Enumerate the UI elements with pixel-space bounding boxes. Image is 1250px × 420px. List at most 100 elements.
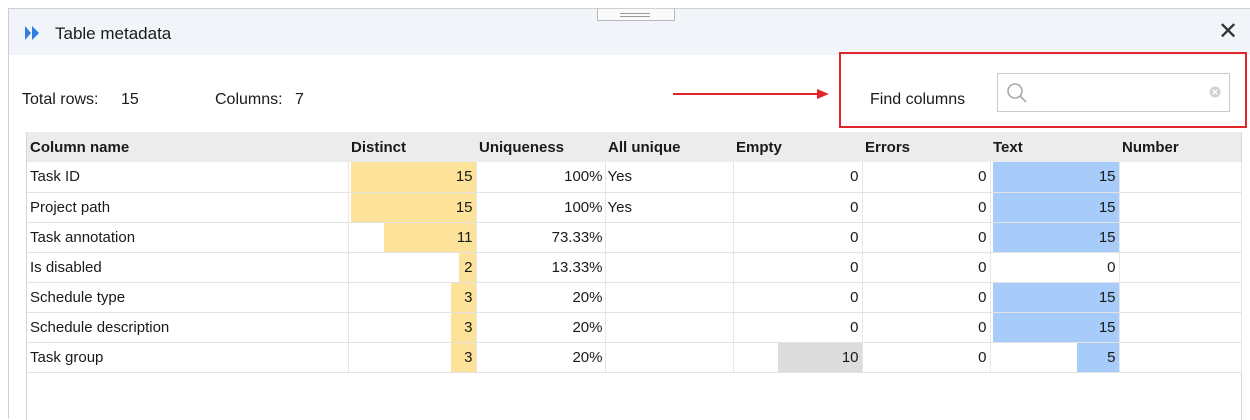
- cell-number: [1119, 252, 1242, 283]
- cell-text: 15: [990, 282, 1120, 313]
- table-row[interactable]: Project path 15 100% Yes 0 0 15: [27, 192, 1242, 223]
- distinct-value: 3: [464, 318, 473, 336]
- search-input[interactable]: [1034, 79, 1204, 105]
- cell-uniqueness: 100%: [476, 162, 606, 193]
- cell-column-name: Task annotation: [27, 222, 349, 253]
- cell-column-name: Is disabled: [27, 252, 349, 283]
- empty-value: 0: [850, 198, 859, 216]
- errors-value: 0: [978, 318, 987, 336]
- cell-number: [1119, 162, 1242, 193]
- cell-distinct: 2: [348, 252, 477, 283]
- cell-errors: 0: [862, 282, 991, 313]
- cell-distinct: 15: [348, 192, 477, 223]
- table-row[interactable]: Task annotation 11 73.33% 0 0 15: [27, 222, 1242, 253]
- cell-empty: 10: [733, 342, 863, 373]
- errors-value: 0: [978, 258, 987, 276]
- empty-value: 0: [850, 288, 859, 306]
- errors-value: 0: [978, 288, 987, 306]
- text-value: 15: [1098, 228, 1116, 246]
- metadata-table: Column name Distinct Uniqueness All uniq…: [27, 132, 1242, 373]
- text-value: 15: [1098, 318, 1116, 336]
- cell-empty: 0: [733, 162, 863, 193]
- header-text[interactable]: Text: [990, 132, 1119, 162]
- cell-column-name: Project path: [27, 192, 349, 223]
- cell-all-unique: [605, 342, 734, 373]
- cell-number: [1119, 282, 1242, 313]
- cell-errors: 0: [862, 342, 991, 373]
- table-row[interactable]: Task group 3 20% 10 0 5: [27, 342, 1242, 373]
- header-empty[interactable]: Empty: [733, 132, 862, 162]
- table-row[interactable]: Is disabled 2 13.33% 0 0 0: [27, 252, 1242, 283]
- title-bar: Table metadata ✕: [9, 9, 1250, 55]
- distinct-value: 15: [455, 198, 473, 216]
- text-value: 15: [1098, 168, 1116, 186]
- header-all-unique[interactable]: All unique: [605, 132, 733, 162]
- header-uniqueness[interactable]: Uniqueness: [476, 132, 605, 162]
- cell-errors: 0: [862, 312, 991, 343]
- total-rows-label: Total rows:: [22, 91, 99, 108]
- distinct-value: 3: [464, 348, 473, 366]
- text-value: 15: [1098, 288, 1116, 306]
- header-column-name[interactable]: Column name: [27, 132, 348, 162]
- header-number[interactable]: Number: [1119, 132, 1241, 162]
- cell-all-unique: [605, 252, 734, 283]
- cell-distinct: 11: [348, 222, 477, 253]
- cell-empty: 0: [733, 222, 863, 253]
- cell-uniqueness: 20%: [476, 342, 606, 373]
- cell-distinct: 3: [348, 342, 477, 373]
- cell-text: 15: [990, 192, 1120, 223]
- find-columns-search[interactable]: [997, 73, 1230, 112]
- table-row[interactable]: Schedule type 3 20% 0 0 15: [27, 282, 1242, 313]
- text-value: 15: [1098, 198, 1116, 216]
- cell-uniqueness: 20%: [476, 282, 606, 313]
- cell-distinct: 3: [348, 312, 477, 343]
- cell-all-unique: Yes: [605, 162, 734, 193]
- cell-empty: 0: [733, 192, 863, 223]
- cell-all-unique: [605, 222, 734, 253]
- cell-text: 0: [990, 252, 1120, 283]
- errors-value: 0: [978, 168, 987, 186]
- distinct-value: 3: [464, 288, 473, 306]
- close-button[interactable]: ✕: [1216, 18, 1240, 45]
- empty-value: 0: [850, 168, 859, 186]
- table-metadata-dialog: Table metadata ✕ Total rows: 15 Columns:…: [8, 8, 1250, 420]
- table-row[interactable]: Schedule description 3 20% 0 0 15: [27, 312, 1242, 343]
- cell-distinct: 3: [348, 282, 477, 313]
- cell-column-name: Schedule type: [27, 282, 349, 313]
- empty-value: 0: [850, 258, 859, 276]
- cell-errors: 0: [862, 162, 991, 193]
- errors-value: 0: [978, 348, 987, 366]
- header-distinct[interactable]: Distinct: [348, 132, 476, 162]
- text-value: 5: [1107, 348, 1116, 366]
- cell-text: 15: [990, 162, 1120, 193]
- table-row[interactable]: Task ID 15 100% Yes 0 0 15: [27, 162, 1242, 193]
- app-logo-icon: [25, 26, 39, 40]
- header-errors[interactable]: Errors: [862, 132, 990, 162]
- cell-empty: 0: [733, 252, 863, 283]
- errors-value: 0: [978, 198, 987, 216]
- errors-value: 0: [978, 228, 987, 246]
- total-rows-value: 15: [121, 91, 139, 108]
- cell-uniqueness: 73.33%: [476, 222, 606, 253]
- search-icon: [1007, 83, 1027, 103]
- cell-column-name: Task ID: [27, 162, 349, 193]
- drag-handle[interactable]: [597, 9, 675, 21]
- cell-uniqueness: 100%: [476, 192, 606, 223]
- close-icon: ✕: [1217, 18, 1239, 45]
- cell-number: [1119, 312, 1242, 343]
- cell-all-unique: [605, 312, 734, 343]
- columns-value: 7: [295, 91, 304, 108]
- cell-errors: 0: [862, 252, 991, 283]
- cell-uniqueness: 20%: [476, 312, 606, 343]
- empty-value: 0: [850, 228, 859, 246]
- window-title: Table metadata: [55, 24, 172, 43]
- text-value: 0: [1107, 258, 1116, 276]
- cell-all-unique: [605, 282, 734, 313]
- clear-icon[interactable]: [1209, 86, 1221, 98]
- cell-distinct: 15: [348, 162, 477, 193]
- cell-text: 15: [990, 312, 1120, 343]
- cell-column-name: Task group: [27, 342, 349, 373]
- cell-text: 15: [990, 222, 1120, 253]
- cell-text: 5: [990, 342, 1120, 373]
- cell-empty: 0: [733, 282, 863, 313]
